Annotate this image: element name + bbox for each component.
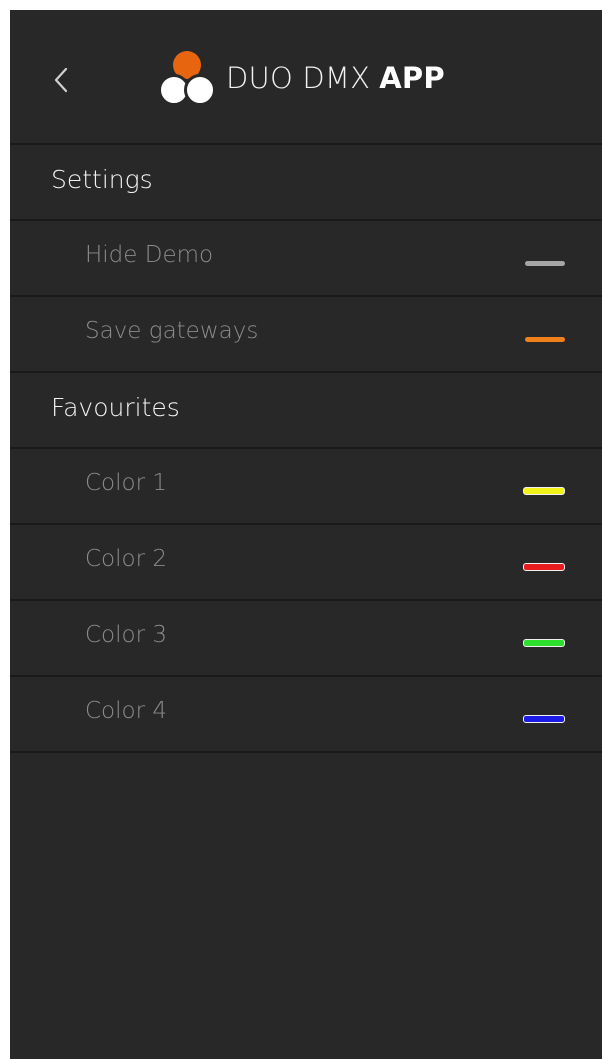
favourite-row-color-1[interactable]: Color 1 (10, 449, 602, 525)
section-title: Favourites (51, 393, 180, 422)
favourite-label: Color 2 (85, 546, 167, 572)
hide-demo-toggle[interactable] (525, 261, 565, 266)
favourite-label: Color 1 (85, 470, 167, 496)
section-header-settings: Settings (10, 145, 602, 221)
app-header: DUO DMX APP (10, 10, 602, 145)
color-swatch[interactable] (523, 639, 565, 647)
app-title: DUO DMX APP (226, 61, 445, 95)
brand: DUO DMX APP (158, 50, 445, 106)
color-swatch[interactable] (523, 715, 565, 723)
chevron-left-icon (54, 67, 68, 93)
back-button[interactable] (44, 60, 80, 100)
setting-label: Save gateways (85, 318, 259, 344)
favourite-label: Color 3 (85, 622, 167, 648)
app-screen: DUO DMX APP Settings Hide Demo Save gatew… (10, 10, 602, 1059)
setting-row-hide-demo[interactable]: Hide Demo (10, 221, 602, 297)
settings-list: Settings Hide Demo Save gateways Favouri… (10, 145, 602, 753)
favourite-row-color-2[interactable]: Color 2 (10, 525, 602, 601)
section-title: Settings (51, 165, 153, 194)
app-title-light: DUO DMX (226, 61, 371, 95)
favourite-row-color-4[interactable]: Color 4 (10, 677, 602, 753)
color-swatch[interactable] (523, 487, 565, 495)
favourite-label: Color 4 (85, 698, 167, 724)
section-header-favourites: Favourites (10, 373, 602, 449)
setting-row-save-gateways[interactable]: Save gateways (10, 297, 602, 373)
save-gateways-toggle[interactable] (525, 337, 565, 342)
favourite-row-color-3[interactable]: Color 3 (10, 601, 602, 677)
color-swatch[interactable] (523, 563, 565, 571)
app-logo (158, 50, 216, 106)
app-title-bold: APP (379, 61, 445, 95)
setting-label: Hide Demo (85, 242, 214, 268)
